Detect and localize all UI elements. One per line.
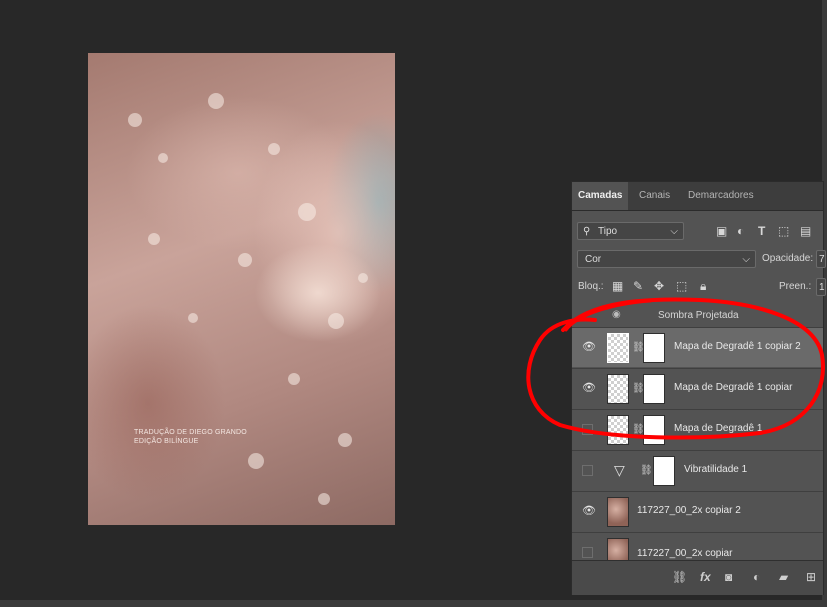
status-bar <box>0 600 827 607</box>
lock-artboard-icon[interactable]: ⬚ <box>676 279 687 293</box>
tab-canais[interactable]: Canais <box>633 182 676 210</box>
panel-tabs: Camadas Canais Demarcadores <box>572 182 823 211</box>
eye-icon[interactable]: 👁︎ <box>582 341 596 353</box>
new-layer-icon[interactable]: ⊞ <box>806 570 816 584</box>
visibility-toggle[interactable] <box>582 465 593 476</box>
fill-label: Preen.: <box>779 281 812 292</box>
layer-mask-thumbnail[interactable] <box>643 333 665 363</box>
layer-name[interactable]: Mapa de Degradê 1 copiar 2 <box>674 341 801 352</box>
layer-row[interactable]: 👁︎ ⛓︎ Mapa de Degradê 1 copiar 2 <box>572 327 823 367</box>
layer-thumbnail <box>607 374 629 404</box>
shape-filter-icon[interactable]: ⬚ <box>778 224 789 238</box>
lock-label: Bloq.: <box>578 281 604 292</box>
layer-name[interactable]: Vibratilidade 1 <box>684 464 747 475</box>
folder-icon[interactable]: ▰ <box>779 570 788 584</box>
image-filter-icon[interactable]: ▣ <box>716 224 727 238</box>
effect-name: Sombra Projetada <box>658 310 739 321</box>
document-text-line1: TRADUÇÃO DE DIEGO GRANDO <box>134 429 247 436</box>
filter-label: Tipo <box>598 226 618 237</box>
blend-mode-select[interactable]: Cor ⌵ <box>577 250 756 268</box>
layer-row[interactable]: 👁︎ 117227_00_2x copiar 2 <box>572 491 823 531</box>
visibility-toggle[interactable] <box>582 547 593 558</box>
visibility-toggle[interactable] <box>582 424 593 435</box>
document-text-line2: EDIÇÃO BILÍNGUE <box>134 438 199 445</box>
chevron-down-icon: ⌵ <box>742 254 750 265</box>
panel-footer: ⛓︎ fx ◙ ◐ ▰ ⊞ <box>572 560 823 595</box>
layer-name[interactable]: Mapa de Degradê 1 <box>674 423 762 434</box>
type-filter-icon[interactable]: T <box>758 224 765 238</box>
layer-thumbnail <box>607 497 629 527</box>
opacity-input[interactable]: 7 <box>816 250 826 268</box>
lock-transparent-icon[interactable]: ▦ <box>612 279 623 293</box>
link-icon[interactable]: ⛓︎ <box>672 570 687 584</box>
layer-row[interactable]: ⛓︎ Mapa de Degradê 1 <box>572 409 823 449</box>
layers-panel: Camadas Canais Demarcadores ⚲ Tipo ⌵ ▣ ◐… <box>571 181 826 595</box>
document-image[interactable]: TRADUÇÃO DE DIEGO GRANDO EDIÇÃO BILÍNGUE <box>88 53 395 525</box>
layer-name[interactable]: 117227_00_2x copiar <box>637 548 732 559</box>
eye-icon[interactable]: 👁︎ <box>582 382 596 394</box>
layer-row[interactable]: 👁︎ ⛓︎ Mapa de Degradê 1 copiar <box>572 368 823 408</box>
chevron-down-icon: ⌵ <box>670 226 678 237</box>
vibrance-icon: ▽ <box>614 462 625 478</box>
layer-mask-thumbnail[interactable] <box>643 415 665 445</box>
tab-demarcadores[interactable]: Demarcadores <box>682 182 760 210</box>
adjustment-filter-icon[interactable]: ◐ <box>737 224 744 238</box>
layer-name[interactable]: 117227_00_2x copiar 2 <box>637 505 741 516</box>
tab-camadas[interactable]: Camadas <box>572 182 629 210</box>
adjustment-icon[interactable]: ◐ <box>753 570 760 584</box>
lock-position-icon[interactable]: ✥ <box>654 279 664 293</box>
layer-mask-thumbnail[interactable] <box>653 456 675 486</box>
fill-input[interactable]: 1 <box>816 278 826 296</box>
eye-icon[interactable]: 👁︎ <box>582 505 596 517</box>
eye-icon[interactable]: ◉ <box>612 309 621 320</box>
lock-image-icon[interactable]: ✎ <box>633 279 643 293</box>
blend-mode-value: Cor <box>585 254 602 265</box>
mask-icon[interactable]: ◙ <box>725 570 732 584</box>
layer-filter-select[interactable]: ⚲ Tipo ⌵ <box>577 222 684 240</box>
search-icon: ⚲ <box>583 226 591 237</box>
layer-mask-thumbnail[interactable] <box>643 374 665 404</box>
smart-object-filter-icon[interactable]: ▤ <box>800 224 811 238</box>
layer-thumbnail <box>607 333 629 363</box>
layer-row[interactable]: 117227_00_2x copiar <box>572 532 823 560</box>
layer-thumbnail <box>607 538 629 560</box>
effect-row[interactable]: ◉ Sombra Projetada <box>572 306 823 326</box>
link-icon[interactable]: ⛓︎ <box>640 465 653 476</box>
layer-thumbnail <box>607 415 629 445</box>
layer-row[interactable]: ▽ ⛓︎ Vibratilidade 1 <box>572 450 823 490</box>
lock-all-icon[interactable]: 🔒︎ <box>700 279 706 293</box>
opacity-label: Opacidade: <box>762 253 814 264</box>
fx-icon[interactable]: fx <box>700 570 711 584</box>
layer-name[interactable]: Mapa de Degradê 1 copiar <box>674 382 792 393</box>
